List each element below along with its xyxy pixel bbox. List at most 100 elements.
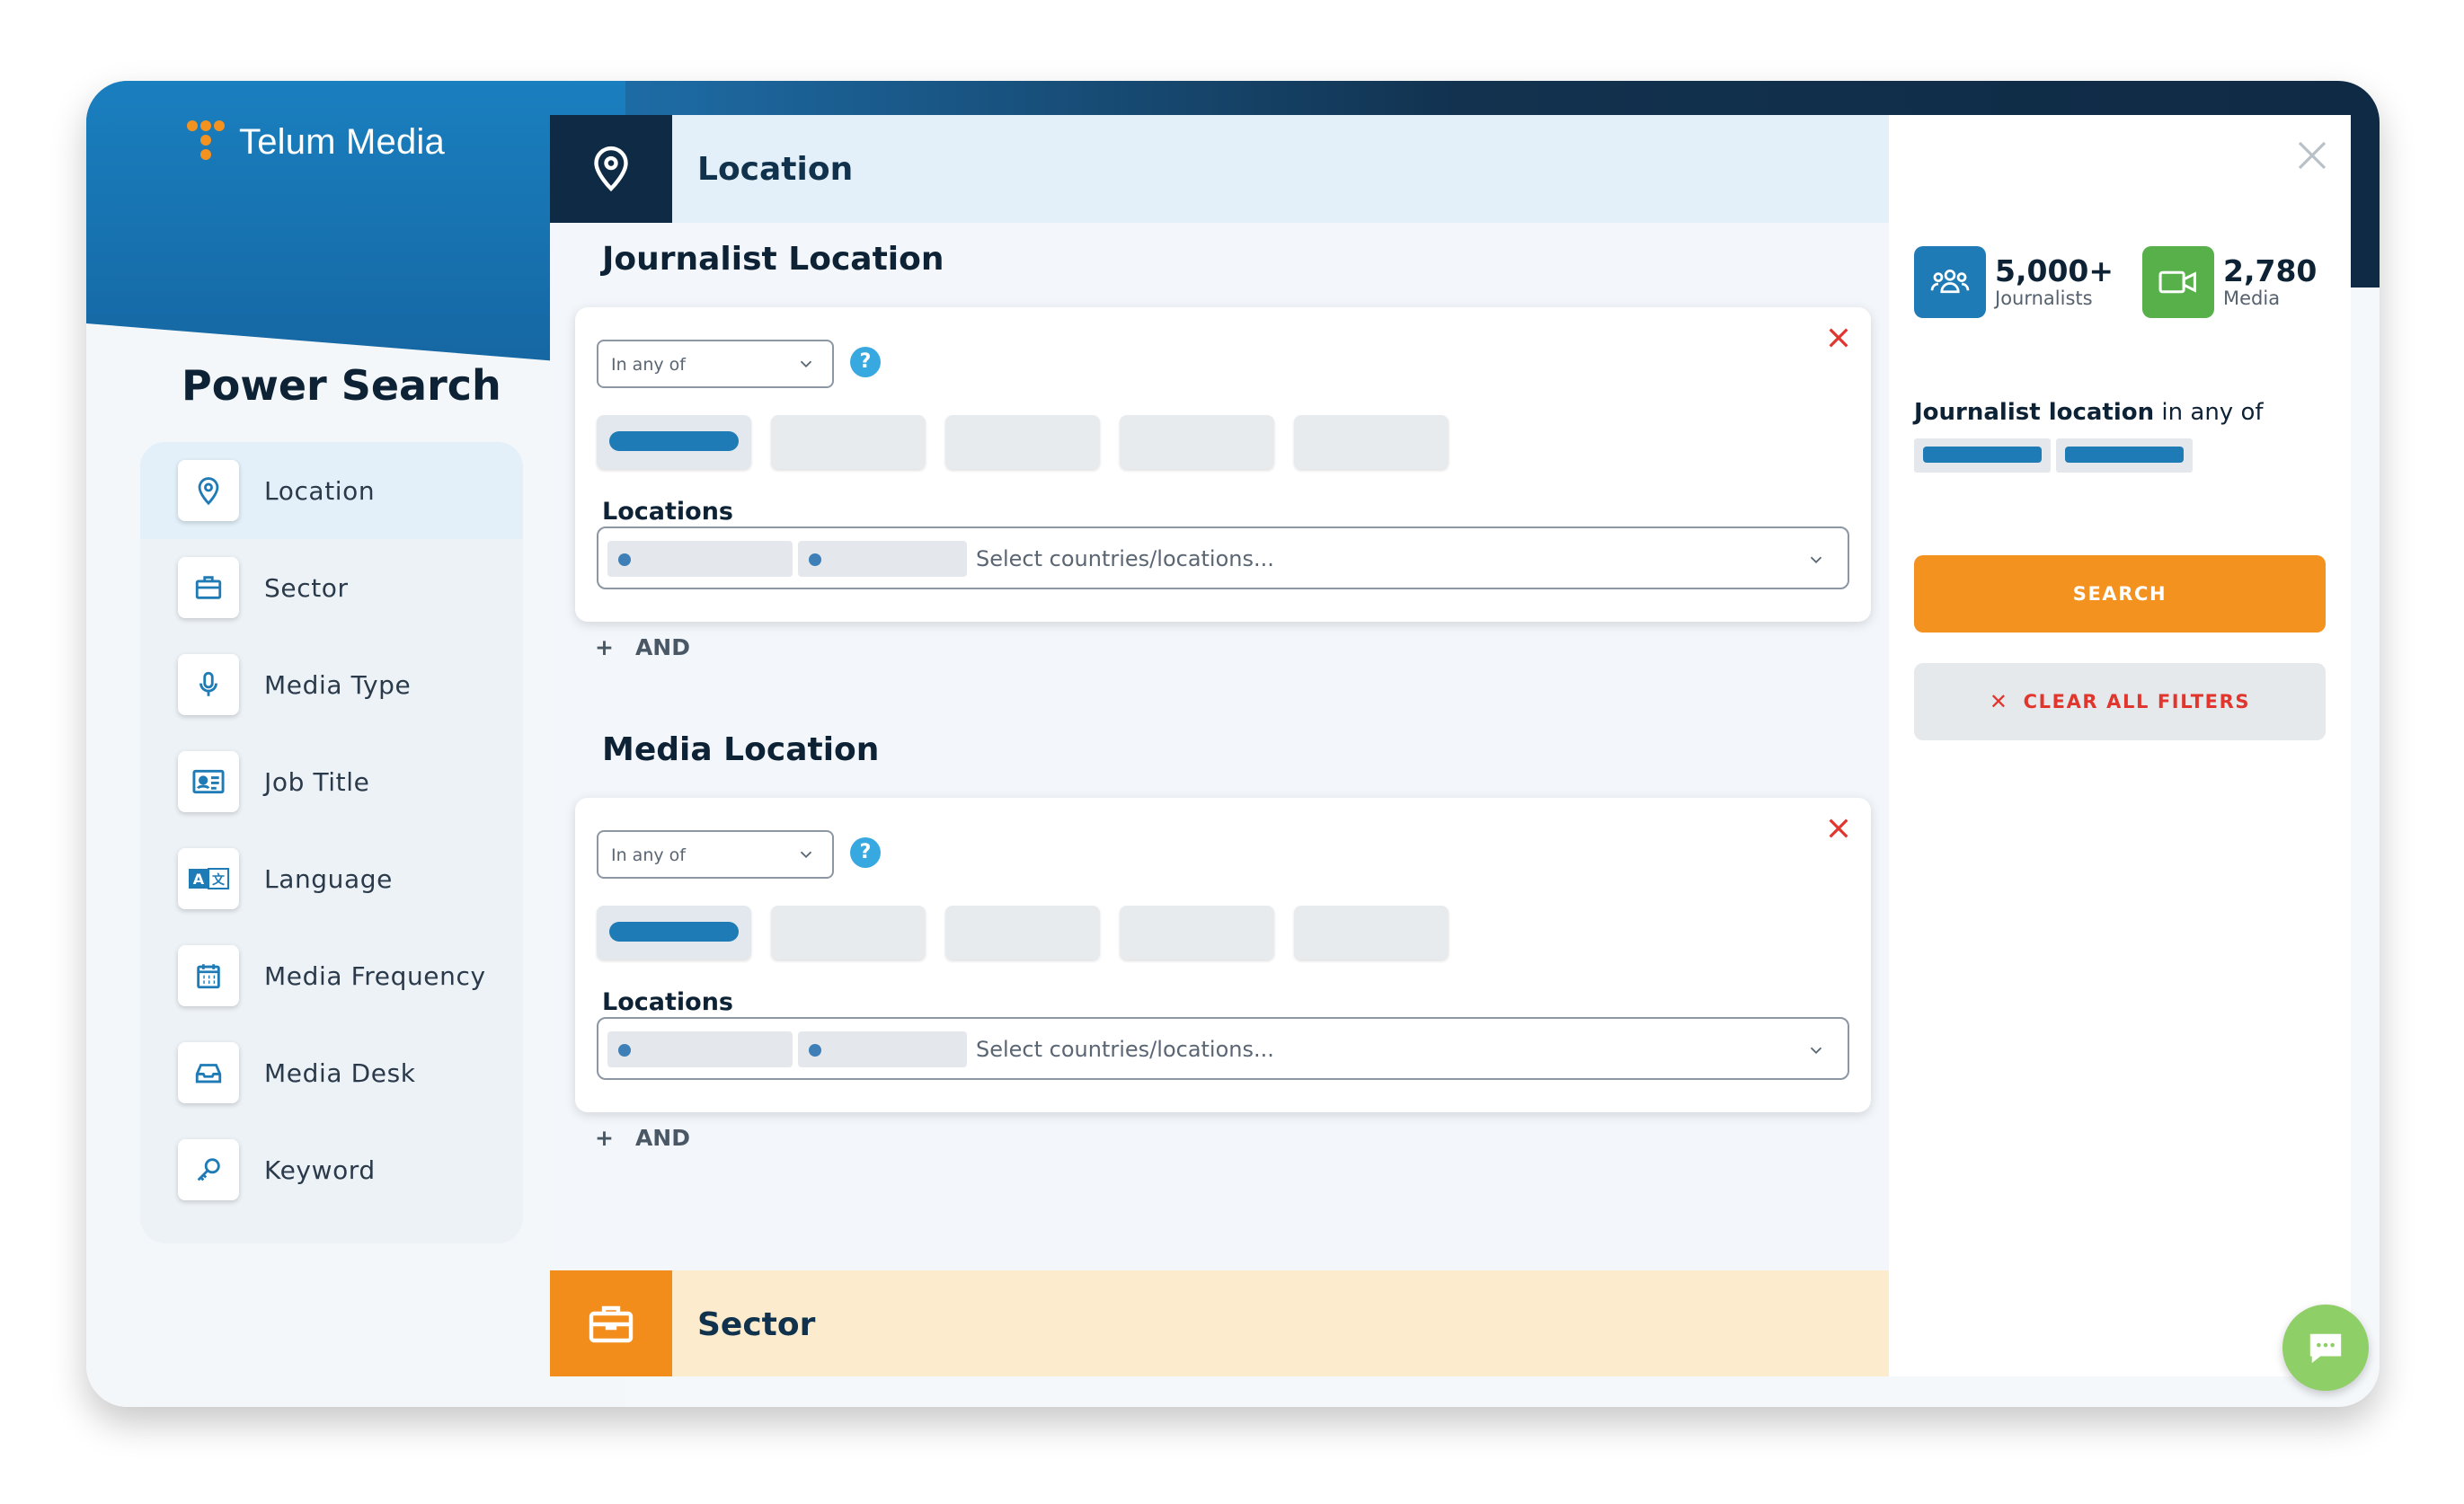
logo-text: Telum Media (239, 121, 445, 162)
add-and-condition-button[interactable]: + AND (595, 1125, 690, 1151)
location-tag[interactable] (607, 541, 793, 577)
scope-chip[interactable] (1294, 906, 1449, 960)
sidebar-item-label: Language (264, 863, 393, 894)
add-and-condition-button[interactable]: + AND (595, 634, 690, 660)
filter-main-panel: Location Journalist Location In any of ?… (550, 115, 1889, 1376)
clear-all-filters-button[interactable]: ✕ CLEAR ALL FILTERS (1914, 663, 2326, 740)
svg-text:文: 文 (212, 872, 226, 888)
sector-section-header[interactable]: Sector (550, 1270, 1889, 1376)
location-section-header[interactable]: Location (550, 115, 1889, 223)
journalist-location-card: In any of ? Locations Select countries/l… (575, 307, 1871, 622)
map-pin-icon (178, 460, 239, 521)
scope-chip[interactable] (945, 415, 1100, 469)
filter-sidebar: Location Sector Media Type Job Title A文 … (140, 442, 523, 1243)
sidebar-item-keyword[interactable]: Keyword (140, 1121, 523, 1218)
scope-chip[interactable] (597, 906, 751, 960)
calendar-icon (178, 945, 239, 1006)
scope-chip[interactable] (771, 415, 926, 469)
scope-chip[interactable] (597, 415, 751, 469)
chevron-down-icon (1810, 1047, 1822, 1055)
id-card-icon (178, 751, 239, 812)
sector-section-title: Sector (697, 1305, 816, 1343)
location-tag[interactable] (798, 1031, 967, 1067)
plus-icon: + (595, 1125, 614, 1151)
video-icon (2142, 246, 2214, 318)
clear-all-label: CLEAR ALL FILTERS (2023, 691, 2251, 712)
briefcase-icon (550, 1270, 672, 1376)
journalist-location-title: Journalist Location (602, 241, 944, 278)
media-location-title: Media Location (602, 731, 880, 768)
chat-button[interactable] (2282, 1305, 2369, 1391)
media-count: 2,780 (2223, 253, 2318, 288)
translate-icon: A文 (178, 848, 239, 909)
map-pin-icon (550, 115, 672, 223)
journalists-stat: 5,000+ Journalists (1914, 246, 2114, 318)
sidebar-item-job-title[interactable]: Job Title (140, 733, 523, 830)
sidebar-item-location[interactable]: Location (140, 442, 523, 539)
chat-bubble-icon (2309, 1333, 2342, 1364)
chevron-down-icon (1810, 556, 1822, 564)
locations-input[interactable]: Select countries/locations... (597, 1017, 1849, 1080)
locations-placeholder: Select countries/locations... (976, 546, 1274, 571)
sidebar-item-label: Location (264, 475, 376, 506)
sidebar-item-label: Sector (264, 572, 349, 603)
telum-logo-icon (187, 120, 225, 160)
key-icon (178, 1139, 239, 1200)
chevron-down-icon (800, 360, 812, 368)
people-icon (1914, 246, 1986, 318)
close-icon[interactable] (2293, 137, 2331, 174)
scope-chip[interactable] (1120, 415, 1274, 469)
summary-field: Journalist location (1914, 399, 2155, 426)
operator-select[interactable]: In any of (597, 830, 834, 879)
locations-label: Locations (602, 988, 733, 1016)
sidebar-item-media-frequency[interactable]: Media Frequency (140, 927, 523, 1024)
sidebar-item-language[interactable]: A文 Language (140, 830, 523, 927)
location-section-title: Location (697, 150, 854, 188)
operator-select-value: In any of (611, 845, 686, 865)
sidebar-item-media-desk[interactable]: Media Desk (140, 1024, 523, 1121)
journalists-label: Journalists (1995, 288, 2093, 309)
search-button[interactable]: SEARCH (1914, 555, 2326, 633)
svg-text:A: A (193, 871, 205, 888)
sidebar-item-media-type[interactable]: Media Type (140, 636, 523, 733)
telum-media-logo: Telum Media (185, 119, 445, 165)
filter-summary: Journalist location in any of (1914, 399, 2264, 426)
summary-location-tag (1914, 438, 2051, 473)
help-icon[interactable]: ? (850, 837, 881, 868)
sidebar-item-label: Media Frequency (264, 960, 486, 991)
sidebar-item-sector[interactable]: Sector (140, 539, 523, 636)
summary-location-tag (2056, 438, 2193, 473)
sidebar-item-label: Media Type (264, 669, 412, 700)
sidebar-item-label: Keyword (264, 1155, 376, 1185)
help-icon[interactable]: ? (850, 347, 881, 377)
media-label: Media (2223, 288, 2281, 309)
remove-filter-icon[interactable] (1824, 323, 1853, 352)
page-title: Power Search (182, 361, 501, 410)
inbox-icon (178, 1042, 239, 1103)
sidebar-item-label: Job Title (264, 766, 370, 797)
microphone-icon (178, 654, 239, 715)
scope-chip[interactable] (771, 906, 926, 960)
summary-operator: in any of (2161, 399, 2264, 426)
location-tag[interactable] (607, 1031, 793, 1067)
media-stat: 2,780 Media (2142, 246, 2317, 318)
power-search-window: Telum Media Power Search Location Sector… (86, 81, 2380, 1407)
results-panel: 5,000+ Journalists 2,780 Media Journalis… (1889, 115, 2351, 1376)
operator-select-value: In any of (611, 355, 686, 375)
location-tag[interactable] (798, 541, 967, 577)
and-label: AND (634, 634, 690, 660)
plus-icon: + (595, 634, 614, 660)
and-label: AND (634, 1125, 690, 1151)
chevron-down-icon (800, 851, 812, 859)
locations-label: Locations (602, 498, 733, 526)
journalists-count: 5,000+ (1995, 253, 2114, 288)
scope-chip[interactable] (1120, 906, 1274, 960)
scope-chip[interactable] (945, 906, 1100, 960)
sidebar-item-label: Media Desk (264, 1057, 416, 1088)
media-location-card: In any of ? Locations Select countries/l… (575, 798, 1871, 1112)
scope-chip[interactable] (1294, 415, 1449, 469)
locations-input[interactable]: Select countries/locations... (597, 526, 1849, 589)
operator-select[interactable]: In any of (597, 340, 834, 388)
remove-filter-icon[interactable] (1824, 814, 1853, 843)
briefcase-icon (178, 557, 239, 618)
